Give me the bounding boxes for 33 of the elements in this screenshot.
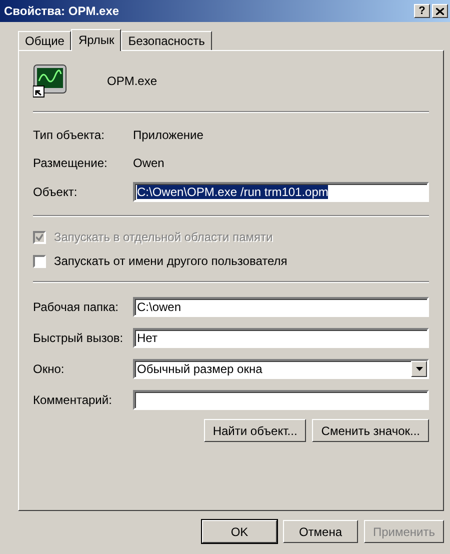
field-value: Приложение xyxy=(133,128,204,142)
monitor-shortcut-icon xyxy=(33,64,67,98)
field-label: Окно: xyxy=(33,362,66,376)
checkbox[interactable] xyxy=(33,254,46,268)
selected-text: C:\Owen\OPM.exe /run trm101.opm xyxy=(137,185,328,199)
tab[interactable]: Ярлык xyxy=(71,29,122,51)
check-icon xyxy=(36,234,43,240)
window-title: Свойства: OPM.exe xyxy=(4,4,120,18)
tab[interactable]: Общие xyxy=(18,31,72,50)
checkbox-label: Запускать от имени другого пользователя xyxy=(54,254,288,268)
file-name: OPM.exe xyxy=(107,74,158,88)
field-label: Объект: xyxy=(33,185,78,199)
action-button[interactable]: Найти объект... xyxy=(204,419,306,442)
field-label: Рабочая папка: xyxy=(33,300,120,314)
checkbox-label: Запускать в отдельной области памяти xyxy=(54,230,273,244)
text-field[interactable] xyxy=(133,390,429,410)
field-label: Быстрый вызов: xyxy=(33,330,124,344)
close-icon xyxy=(436,8,444,14)
help-button[interactable]: ? xyxy=(414,4,430,18)
text-field[interactable]: C:\owen xyxy=(133,296,429,316)
close-button[interactable] xyxy=(432,4,448,18)
dropdown-arrow-icon xyxy=(416,366,422,370)
window-size-dropdown[interactable]: Обычный размер окна xyxy=(133,358,429,378)
target-field[interactable]: C:\Owen\OPM.exe /run trm101.opm xyxy=(133,182,429,202)
tab[interactable]: Безопасность xyxy=(121,31,212,50)
field-label: Комментарий: xyxy=(33,392,113,406)
text-field[interactable]: Нет xyxy=(133,328,429,348)
field-value: Owen xyxy=(133,156,164,170)
action-button[interactable]: Сменить значок... xyxy=(312,419,429,442)
dialog-button[interactable]: Отмена xyxy=(282,520,358,543)
dialog-button[interactable]: OK xyxy=(202,520,277,543)
field-label: Тип объекта: xyxy=(33,128,106,142)
field-label: Размещение: xyxy=(33,156,108,170)
